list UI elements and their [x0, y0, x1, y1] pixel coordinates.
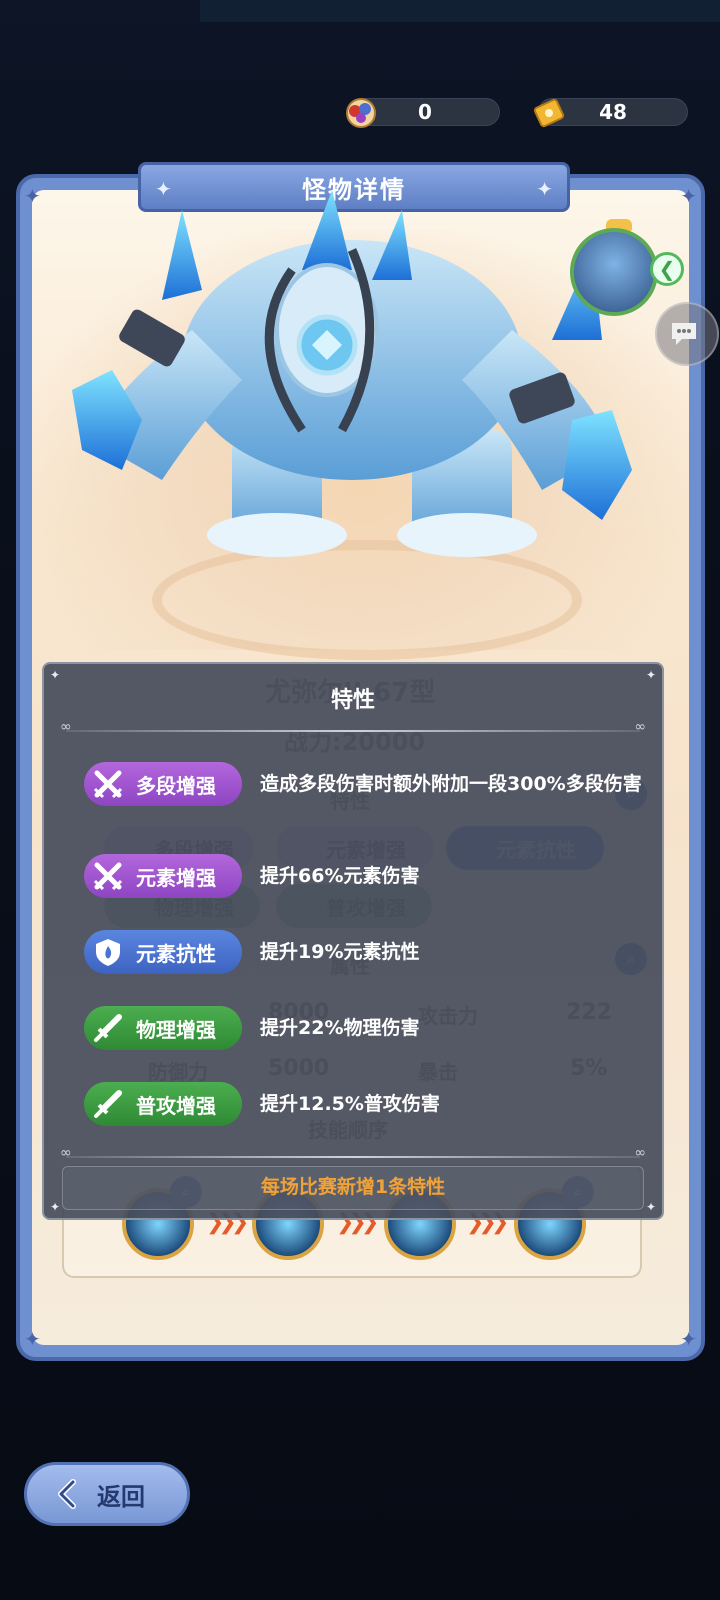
dialog-corner-star-icon: ✦	[50, 1200, 61, 1214]
gem-icon	[346, 98, 376, 128]
back-button-label: 返回	[97, 1482, 145, 1511]
corner-ornament-br: ✦	[680, 1327, 697, 1351]
trait-description: 提升19%元素抗性	[260, 941, 420, 963]
sword-icon	[90, 1010, 126, 1046]
trait-row: 普攻增强 提升12.5%普攻伤害	[84, 1082, 642, 1126]
dialog-corner-star-icon: ✦	[645, 1200, 656, 1214]
ticket-counter: 48	[533, 98, 688, 128]
crossed-swords-icon	[90, 766, 126, 802]
trait-name: 元素增强	[136, 865, 216, 890]
back-button[interactable]: 返回	[24, 1462, 190, 1526]
chat-icon	[672, 323, 696, 345]
flame-shield-icon	[90, 934, 126, 970]
trait-description: 提升22%物理伤害	[260, 1017, 420, 1039]
trait-row: 元素增强 提升66%元素伤害	[84, 854, 642, 898]
trait-badge-multi-hit: 多段增强	[84, 762, 242, 806]
trait-badge-element-boost: 元素增强	[84, 854, 242, 898]
trait-description: 提升66%元素伤害	[260, 865, 420, 887]
trait-name: 普攻增强	[136, 1093, 216, 1118]
trait-name: 多段增强	[136, 773, 216, 798]
trait-badge-physical-boost: 物理增强	[84, 1006, 242, 1050]
trait-badge-element-resist: 元素抗性	[84, 930, 242, 974]
corner-ornament-bl: ✦	[24, 1327, 41, 1351]
crossed-swords-icon	[90, 858, 126, 894]
dialog-corner-star-icon: ✦	[50, 668, 61, 682]
dialog-footer-note: 每场比赛新增1条特性	[62, 1166, 644, 1210]
corner-ornament-tr: ✦	[680, 184, 697, 208]
dialog-title: 特性	[330, 688, 375, 713]
trait-name: 元素抗性	[136, 941, 216, 966]
chat-bubble-button[interactable]	[655, 302, 719, 366]
traits-dialog[interactable]: ✦ ✦ ✦ ✦ 特性 多段增强 造成多段伤害时额外附加一段300%多段伤害 元素…	[42, 662, 664, 1220]
trait-row: 多段增强 造成多段伤害时额外附加一段300%多段伤害	[84, 762, 642, 806]
top-banner-strip	[200, 0, 720, 22]
gem-counter: 0	[346, 98, 500, 128]
switch-arrow-icon[interactable]: ❮	[650, 252, 684, 286]
monster-avatar-button[interactable]	[570, 228, 658, 316]
dialog-divider-top	[60, 719, 646, 735]
ticket-icon	[533, 98, 565, 128]
sword-icon	[90, 1086, 126, 1122]
back-arrow-icon	[58, 1479, 76, 1509]
trait-badge-basic-attack-boost: 普攻增强	[84, 1082, 242, 1126]
ice-golem-monster-image	[72, 190, 632, 557]
trait-name: 物理增强	[136, 1017, 216, 1042]
dialog-divider-bottom	[60, 1145, 646, 1161]
trait-description: 造成多段伤害时额外附加一段300%多段伤害	[260, 773, 642, 795]
trait-row: 物理增强 提升22%物理伤害	[84, 1006, 642, 1050]
corner-ornament-tl: ✦	[24, 184, 41, 208]
trait-description: 提升12.5%普攻伤害	[260, 1093, 440, 1115]
trait-row: 元素抗性 提升19%元素抗性	[84, 930, 642, 974]
dialog-corner-star-icon: ✦	[645, 668, 656, 682]
